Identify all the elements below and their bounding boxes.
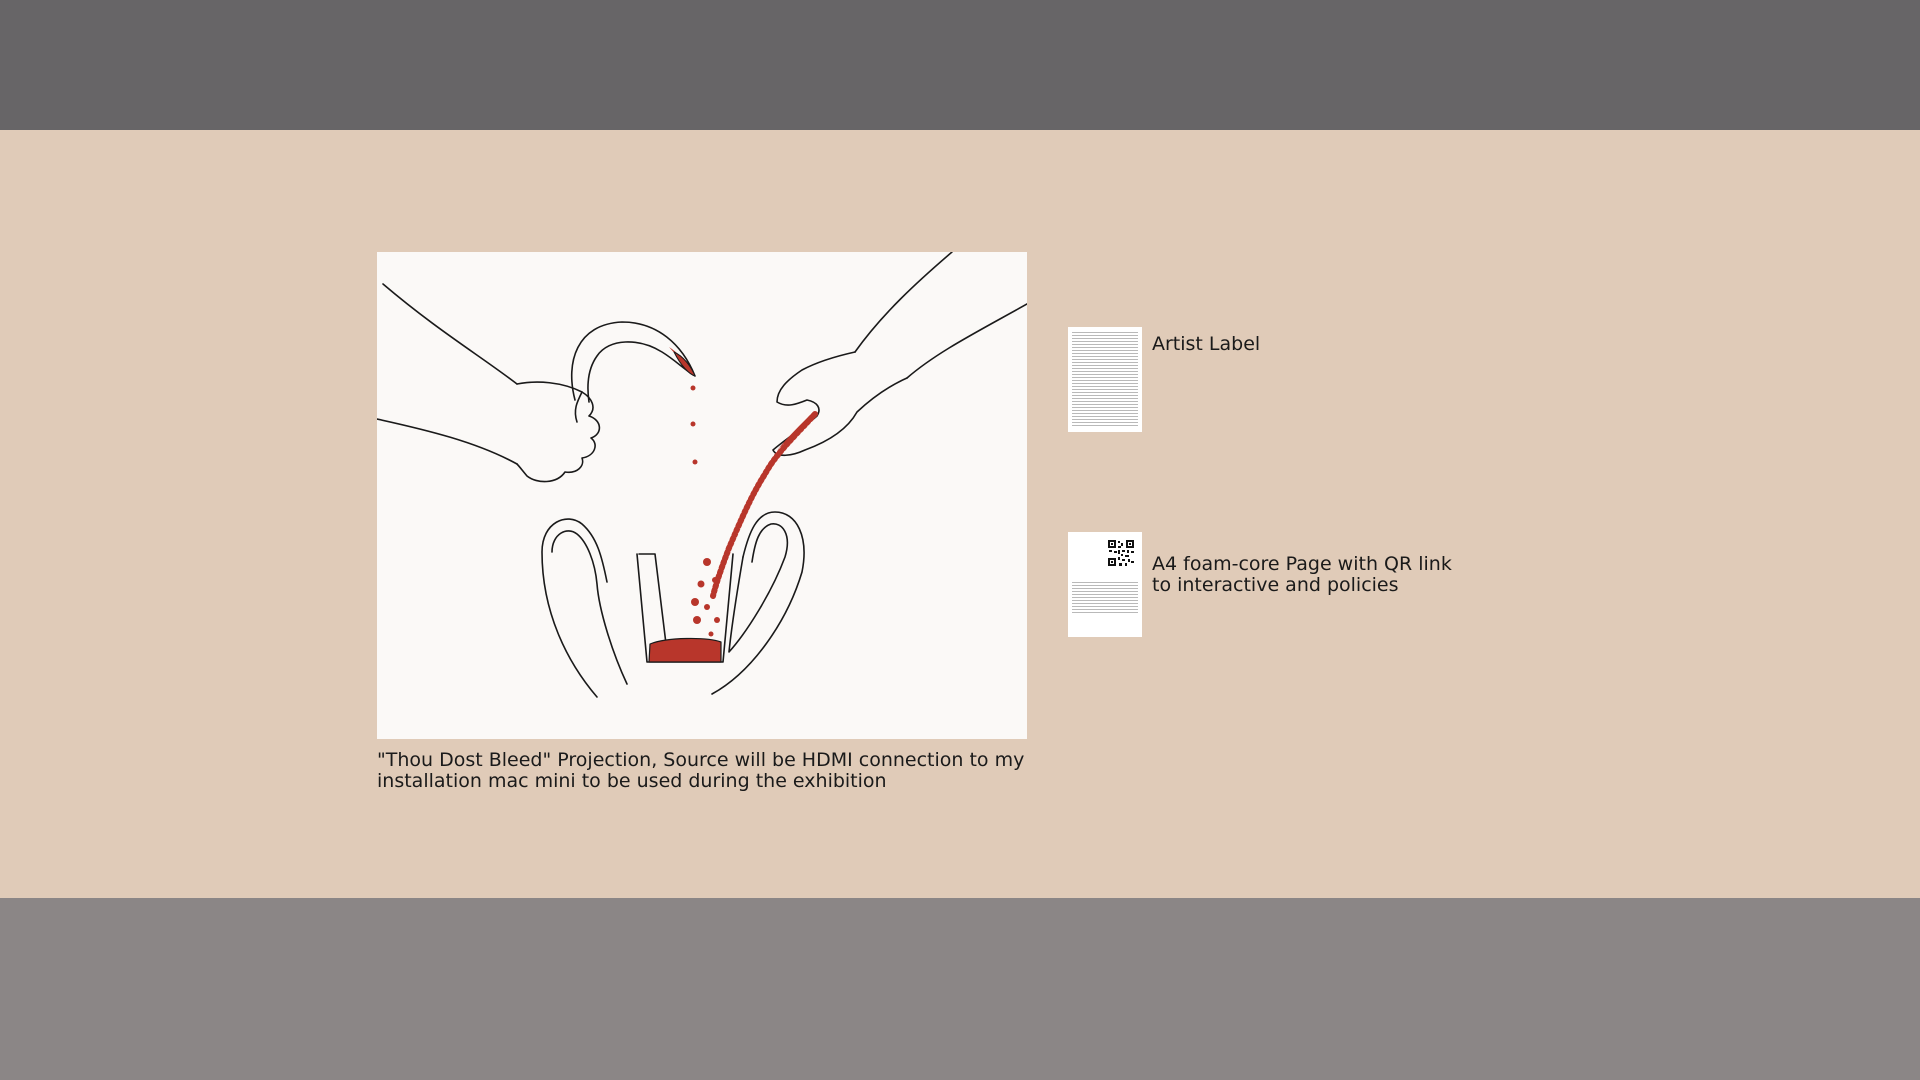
vessel-left <box>541 518 608 698</box>
artist-label-sheet <box>1068 327 1142 432</box>
qr-page-sheet <box>1068 532 1142 637</box>
hook <box>570 321 696 403</box>
left-arm-outline <box>382 283 518 385</box>
blood-stream <box>710 411 818 599</box>
blood-pool <box>648 637 722 663</box>
artist-label-title: Artist Label <box>1152 333 1261 355</box>
right-arm-upper <box>854 252 953 353</box>
right-arm-lower <box>906 303 1027 379</box>
ceiling <box>0 0 1920 130</box>
gallery-floor <box>0 898 1920 1080</box>
left-fist <box>516 381 601 483</box>
projection-caption: "Thou Dost Bleed" Projection, Source wil… <box>377 749 1025 792</box>
artist-label-text-lines <box>1072 332 1138 426</box>
projection-artwork <box>377 252 1027 739</box>
qr-page-title: A4 foam-core Page with QR link to intera… <box>1152 553 1452 596</box>
left-arm-lower <box>377 418 518 465</box>
qr-page-text-lines <box>1072 582 1138 614</box>
qr-code-icon <box>1108 540 1134 566</box>
